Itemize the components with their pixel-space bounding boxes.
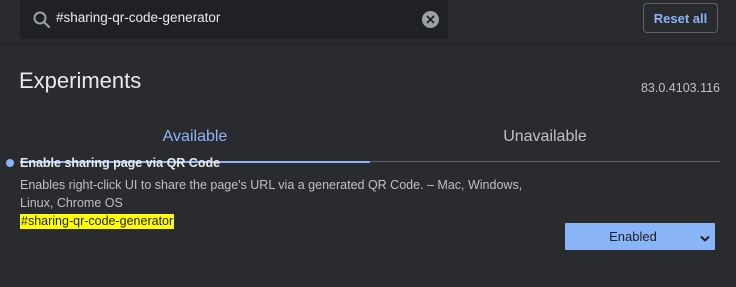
clear-icon[interactable] <box>422 11 439 28</box>
experiment-permalink[interactable]: #sharing-qr-code-generator <box>20 214 175 229</box>
experiment-state-select[interactable]: Enabled <box>565 223 715 250</box>
search-input[interactable]: #sharing-qr-code-generator <box>56 10 220 25</box>
experiment-item: Enable sharing page via QR Code Enables … <box>0 150 736 250</box>
modified-indicator-dot <box>6 159 14 167</box>
version-label: 83.0.4103.116 <box>640 81 720 95</box>
experiment-title: Enable sharing page via QR Code <box>20 156 221 170</box>
search-box[interactable]: #sharing-qr-code-generator <box>20 0 448 39</box>
page-title: Experiments <box>19 68 142 93</box>
header-bar: #sharing-qr-code-generator Reset all <box>0 0 736 43</box>
reset-all-button[interactable]: Reset all <box>643 3 718 33</box>
state-select-value: Enabled <box>609 229 657 244</box>
search-icon <box>32 10 52 30</box>
experiment-description: Enables right-click UI to share the page… <box>20 178 523 210</box>
chevron-down-icon <box>700 232 710 242</box>
